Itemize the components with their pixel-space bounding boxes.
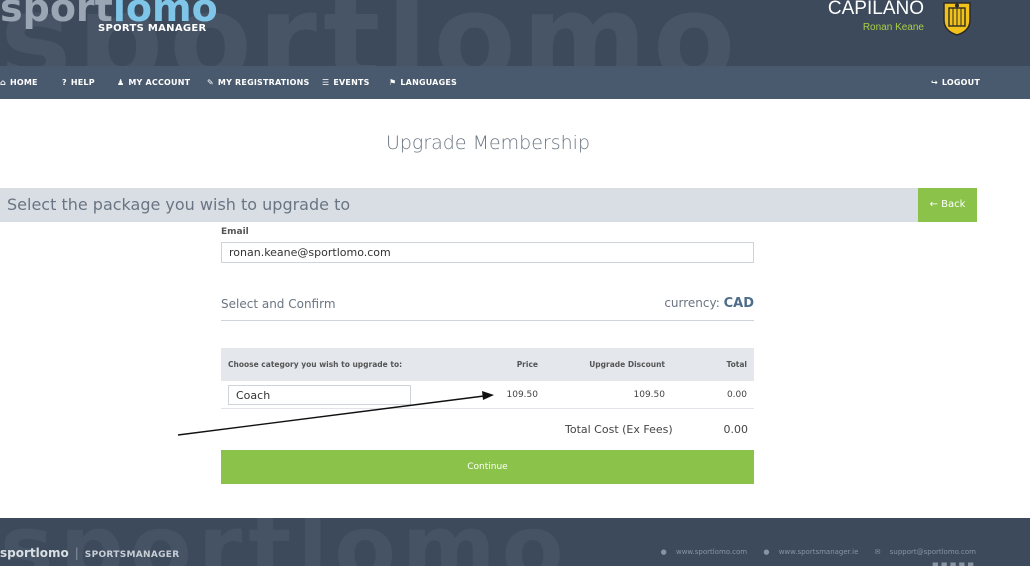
logout-icon: ↪ — [931, 78, 938, 87]
header-total: Total — [726, 360, 748, 369]
arrow-left-icon: ← — [929, 199, 938, 210]
page-title: Upgrade Membership — [385, 132, 591, 154]
mail-icon: ✉ — [874, 548, 881, 556]
section-title: Select the package you wish to upgrade t… — [7, 195, 351, 214]
section-bar: Select the package you wish to upgrade t… — [0, 188, 918, 222]
total-cost-label: Total Cost (Ex Fees) — [565, 423, 673, 436]
globe-icon: ● — [763, 548, 770, 556]
footer-link-sportlomo[interactable]: ● www.sportlomo.com — [654, 548, 747, 556]
nav-help[interactable]: ? HELP — [62, 66, 95, 99]
total-cost-value: 0.00 — [723, 423, 749, 436]
nav-my-registrations[interactable]: ✎ MY REGISTRATIONS — [207, 66, 309, 99]
footer-link-sportsmanager[interactable]: ● www.sportsmanager.ie — [756, 548, 858, 556]
club-name: CAPILANO — [827, 0, 924, 19]
list-icon: ☰ — [322, 78, 330, 87]
nav-languages[interactable]: ⚑ LANGUAGES — [389, 66, 457, 99]
nav-home[interactable]: ⌂ HOME — [0, 66, 38, 99]
row-price: 109.50 — [506, 390, 539, 400]
category-input[interactable] — [228, 385, 411, 405]
edit-icon: ✎ — [207, 78, 214, 87]
footer-links: ● www.sportlomo.com ● www.sportsmanager.… — [647, 548, 976, 556]
confirm-divider — [221, 320, 754, 321]
confirm-title: Select and Confirm — [221, 297, 336, 311]
globe-icon: ● — [660, 548, 667, 556]
currency-value: CAD — [723, 296, 754, 311]
user-icon: ♟ — [117, 78, 125, 87]
table-header: Choose category you wish to upgrade to: … — [221, 348, 754, 381]
continue-button[interactable]: Continue — [221, 450, 754, 484]
help-icon: ? — [62, 78, 67, 87]
nav-my-account[interactable]: ♟ MY ACCOUNT — [117, 66, 190, 99]
row-total: 0.00 — [726, 390, 747, 400]
back-button[interactable]: ← Back — [918, 188, 977, 222]
club-crest-icon — [943, 2, 971, 36]
user-name[interactable]: Ronan Keane — [863, 22, 924, 33]
home-icon: ⌂ — [0, 78, 6, 87]
email-label: Email — [221, 227, 249, 237]
row-discount: 109.50 — [633, 390, 666, 400]
email-field[interactable] — [221, 242, 754, 263]
main-nav: ⌂ HOME ? HELP ♟ MY ACCOUNT ✎ MY REGISTRATION… — [0, 66, 1030, 99]
header-price: Price — [516, 360, 538, 369]
footer: sportlomo sportlomo|SPORTSMANAGER ● www.… — [0, 518, 1030, 566]
flag-icon: ⚑ — [389, 78, 397, 87]
logo-subtitle: SPORTS MANAGER — [98, 23, 207, 34]
header-discount: Upgrade Discount — [589, 360, 665, 369]
currency-label: currency: CAD — [664, 296, 754, 311]
footer-logo[interactable]: sportlomo | SPORTSMANAGER — [0, 546, 179, 560]
nav-logout[interactable]: ↪ LOGOUT — [931, 66, 980, 99]
footer-social-icons: ■ ■ ■ ■ ■ — [932, 561, 974, 566]
footer-link-support[interactable]: ✉ support@sportlomo.com — [868, 548, 976, 556]
social-icons[interactable]: ■ ■ ■ ■ ■ — [932, 561, 974, 566]
nav-events[interactable]: ☰ EVENTS — [322, 66, 370, 99]
header: sportlomo sportlomo SPORTS MANAGER CAPIL… — [0, 0, 1030, 66]
header-category: Choose category you wish to upgrade to: — [228, 360, 403, 369]
